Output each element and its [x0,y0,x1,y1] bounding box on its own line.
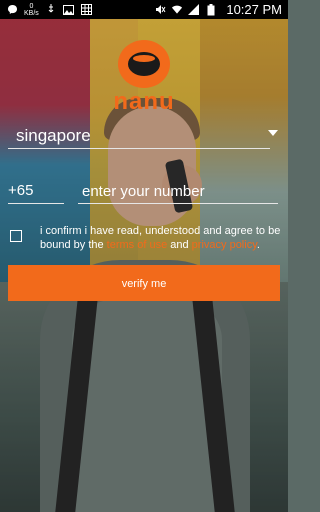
country-selected: singapore [16,126,91,145]
phone-number-field[interactable] [78,180,280,204]
country-code-text: +65 [8,182,34,199]
terms-text: i confirm i have read, understood and ag… [40,225,281,251]
clock: 10:27 PM [226,2,282,17]
data-rate: 0 KB/s [24,2,39,17]
usb-icon [45,4,57,15]
country-underline [8,148,270,149]
status-bar: 0 KB/s 10:27 PM [0,0,288,19]
terms-checkbox[interactable] [10,230,22,242]
battery-icon [205,3,217,15]
dropdown-arrow-icon [268,130,278,136]
verify-button[interactable]: verify me [8,265,280,301]
signal-icon [188,4,200,15]
image-icon [63,4,75,15]
wifi-icon [171,4,183,15]
terms-of-use-link[interactable]: terms of use [107,239,168,251]
country-dropdown[interactable]: singapore [8,122,280,149]
nanu-logo: nanu [104,40,184,116]
country-code: +65 [8,180,68,204]
messenger-icon [6,4,18,15]
phone-number-underline [78,203,278,204]
brand-name: nanu [113,88,175,115]
mute-icon [154,4,166,15]
phone-number-input[interactable] [78,180,278,202]
privacy-policy-link[interactable]: privacy policy [192,239,257,251]
grid-icon [81,4,93,15]
